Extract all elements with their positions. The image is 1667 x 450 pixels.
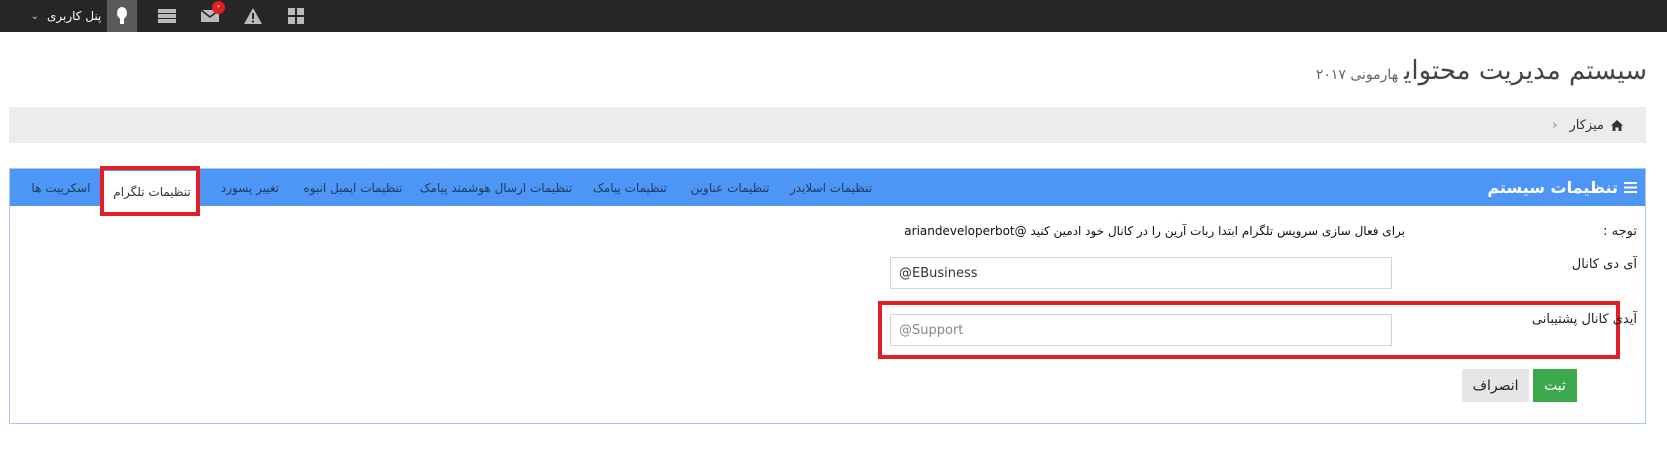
warning-icon[interactable] — [238, 0, 268, 32]
breadcrumb: میزکار ‹ — [9, 107, 1646, 143]
note-label: توجه : — [1603, 224, 1637, 239]
tab-slider-settings[interactable]: تنظیمات اسلایدر — [781, 169, 881, 206]
page-subtitle: هارمونی ۲۰۱۷ — [1315, 67, 1399, 83]
page-title-main: سیستم مدیریت محتوای — [1404, 56, 1647, 86]
telegram-note-text: برای فعال سازی سرویس تلگرام ابتدا ربات آ… — [904, 224, 1405, 238]
save-button[interactable]: ثبت — [1533, 369, 1577, 402]
channel-id-label: آی دی کانال — [1571, 257, 1637, 272]
tab-change-password[interactable]: تغییر پسورد — [210, 169, 290, 206]
tab-sms-settings[interactable]: تنظیمات پیامک — [584, 169, 676, 206]
settings-panel: تنظیمات سیستم تنظیمات اسلایدر تنظیمات عن… — [9, 166, 1646, 424]
telegram-tab-highlight — [100, 166, 200, 216]
user-icon — [107, 0, 138, 32]
tab-scripts[interactable]: اسکریپت ها — [26, 169, 96, 206]
page-title: سیستم مدیریت محتوای هارمونی ۲۰۱۷ — [1316, 56, 1647, 86]
user-panel-menu[interactable]: ⌄ پنل کاربری — [30, 0, 138, 32]
support-channel-id-label: آیدی کانال پشتیبانی — [1531, 312, 1637, 327]
panel-header: تنظیمات سیستم تنظیمات اسلایدر تنظیمات عن… — [10, 169, 1645, 213]
cancel-button[interactable]: انصراف — [1462, 369, 1529, 402]
tab-titles-settings[interactable]: تنظیمات عناوین — [684, 169, 776, 206]
server-icon[interactable] — [152, 0, 182, 32]
messages-badge: ۰ — [212, 1, 225, 14]
top-navbar: ⌄ پنل کاربری ۰ — [0, 0, 1667, 32]
user-panel-label: پنل کاربری — [47, 9, 102, 23]
settings-tabs: تنظیمات اسلایدر تنظیمات عناوین تنظیمات پ… — [10, 169, 1645, 213]
breadcrumb-home-link[interactable]: میزکار — [1570, 118, 1605, 133]
channel-id-input[interactable] — [890, 257, 1392, 289]
windows-icon[interactable] — [281, 0, 311, 32]
chevron-left-icon: ‹ — [1552, 117, 1558, 133]
mail-icon[interactable]: ۰ — [195, 0, 225, 32]
home-icon[interactable] — [1610, 119, 1624, 132]
tab-smart-sms-settings[interactable]: تنظیمات ارسال هوشمند پیامک — [416, 169, 576, 206]
chevron-down-icon: ⌄ — [30, 10, 39, 22]
support-channel-id-input[interactable] — [890, 314, 1392, 346]
tab-bulk-email-settings[interactable]: تنظیمات ایمیل انبوه — [297, 169, 409, 206]
